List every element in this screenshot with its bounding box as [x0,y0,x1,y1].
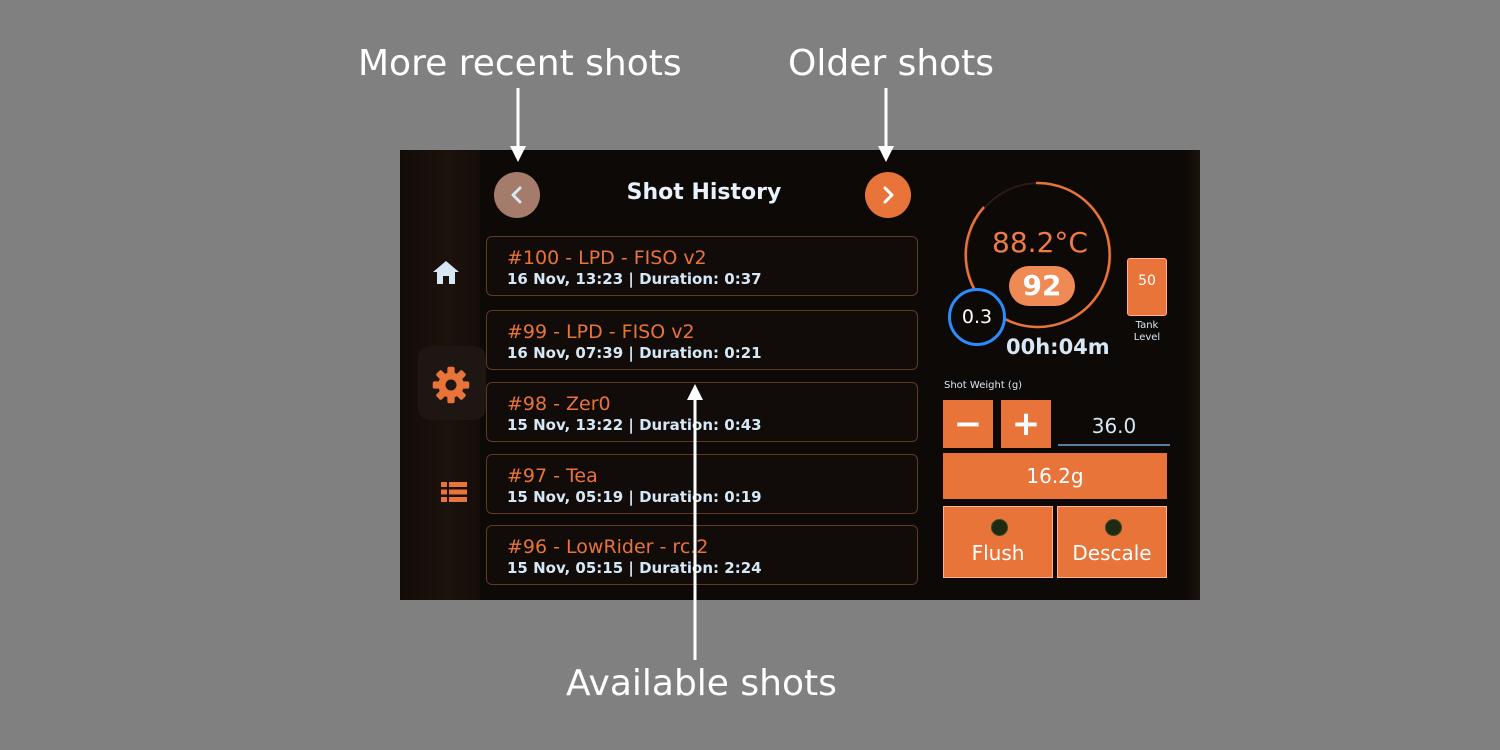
callout-more-recent-shots: More recent shots [358,43,682,84]
target-temperature[interactable]: 92 [1009,266,1075,306]
callout-older-shots: Older shots [788,43,995,84]
arrow-to-next-button [878,88,894,162]
shot-title: #96 - LowRider - rc.2 [507,536,709,558]
tank-level-label: Tank Level [1122,320,1172,344]
shot-title: #99 - LPD - FISO v2 [507,321,695,343]
screen-edge [1182,150,1200,600]
increase-weight-button[interactable]: + [1001,400,1051,448]
page-title: Shot History [626,180,782,205]
timer: 00h:04m [1006,335,1110,359]
home-icon[interactable] [430,258,462,292]
chevron-left-icon [511,186,522,204]
shot-weight-label: Shot Weight (g) [944,380,1023,391]
shot-meta: 15 Nov, 05:19 | Duration: 0:19 [507,488,762,506]
descale-label: Descale [1072,541,1152,565]
next-page-button[interactable] [865,172,911,218]
shot-title: #98 - Zer0 [507,393,611,415]
device-screen: Shot History #100 - LPD - FISO v2 16 Nov… [400,150,1200,600]
flush-led-indicator [991,519,1008,536]
current-temperature: 88.2°C [992,226,1088,259]
chevron-right-icon [883,186,894,204]
arrow-to-shot-list [687,384,703,660]
shot-weight-input[interactable]: 36.0 [1058,406,1170,446]
gear-icon[interactable] [428,364,474,410]
flush-label: Flush [971,541,1025,565]
tank-level-indicator: 50 [1127,258,1167,316]
descale-led-indicator [1105,519,1122,536]
tank-label-line1: Tank [1135,320,1159,331]
descale-button[interactable]: Descale [1057,506,1167,578]
previous-page-button[interactable] [494,172,540,218]
shot-title: #100 - LPD - FISO v2 [507,247,707,269]
shot-meta: 16 Nov, 07:39 | Duration: 0:21 [507,344,762,362]
arrow-to-previous-button [510,88,526,162]
shot-title: #97 - Tea [507,465,598,487]
tank-label-line2: Level [1133,332,1161,343]
current-weight-display[interactable]: 16.2g [943,453,1167,499]
pressure-gauge: 0.3 [948,288,1006,346]
shot-meta: 16 Nov, 13:23 | Duration: 0:37 [507,270,762,288]
shot-meta: 15 Nov, 05:15 | Duration: 2:24 [507,559,762,577]
list-icon[interactable] [441,482,467,506]
shot-meta: 15 Nov, 13:22 | Duration: 0:43 [507,416,762,434]
callout-available-shots: Available shots [566,663,837,704]
flush-button[interactable]: Flush [943,506,1053,578]
decrease-weight-button[interactable]: − [943,400,993,448]
shot-item[interactable]: #99 - LPD - FISO v2 16 Nov, 07:39 | Dura… [486,310,918,370]
shot-item[interactable]: #100 - LPD - FISO v2 16 Nov, 13:23 | Dur… [486,236,918,296]
